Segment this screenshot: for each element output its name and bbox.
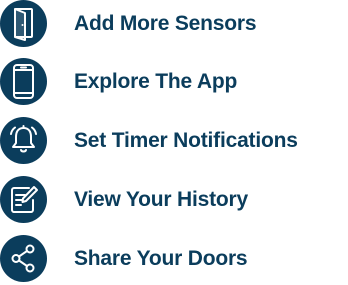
notepad-pencil-icon [0,176,47,223]
menu-item-label: View Your History [74,188,248,211]
menu-item-label: Set Timer Notifications [74,129,298,152]
menu-item-view-your-history[interactable]: View Your History [0,176,348,226]
menu-item-label: Add More Sensors [74,12,257,35]
menu-item-explore-the-app[interactable]: Explore The App [0,58,348,108]
menu-item-label: Share Your Doors [74,247,248,270]
phone-icon [0,58,47,105]
menu-item-label: Explore The App [74,70,238,93]
menu-item-set-timer-notifications[interactable]: Set Timer Notifications [0,117,348,167]
door-sensor-icon [0,0,47,47]
menu-item-add-more-sensors[interactable]: Add More Sensors [0,0,348,50]
onboarding-menu: Add More Sensors Explore The App Set Tim… [0,0,348,284]
share-icon [0,235,47,282]
menu-item-share-your-doors[interactable]: Share Your Doors [0,235,348,285]
bell-icon [0,117,47,164]
